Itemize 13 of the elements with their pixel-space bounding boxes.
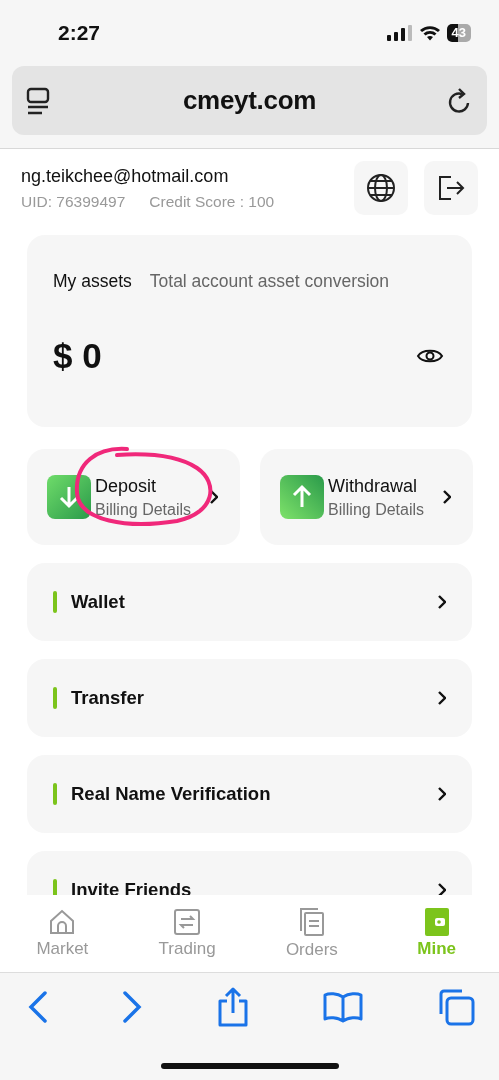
user-email: ng.teikchee@hotmail.com xyxy=(21,165,230,187)
deposit-button[interactable]: Deposit Billing Details xyxy=(27,449,240,545)
url-field[interactable]: cmeyt.com xyxy=(182,85,317,116)
status-time: 2:27 xyxy=(58,21,101,45)
user-uid: UID: 76399497 xyxy=(21,192,126,211)
asset-amount: $ 0 xyxy=(53,336,102,376)
menu-item[interactable]: Real Name Verification xyxy=(27,755,472,833)
assets-title: My assets xyxy=(53,271,132,292)
withdrawal-button[interactable]: Withdrawal Billing Details xyxy=(260,449,473,545)
assets-subtitle: Total account asset conversion xyxy=(149,271,390,292)
menu-item[interactable]: Wallet xyxy=(27,563,472,641)
menu-item[interactable]: Transfer xyxy=(27,659,472,737)
credit-score: Credit Score : 100 xyxy=(149,192,275,211)
